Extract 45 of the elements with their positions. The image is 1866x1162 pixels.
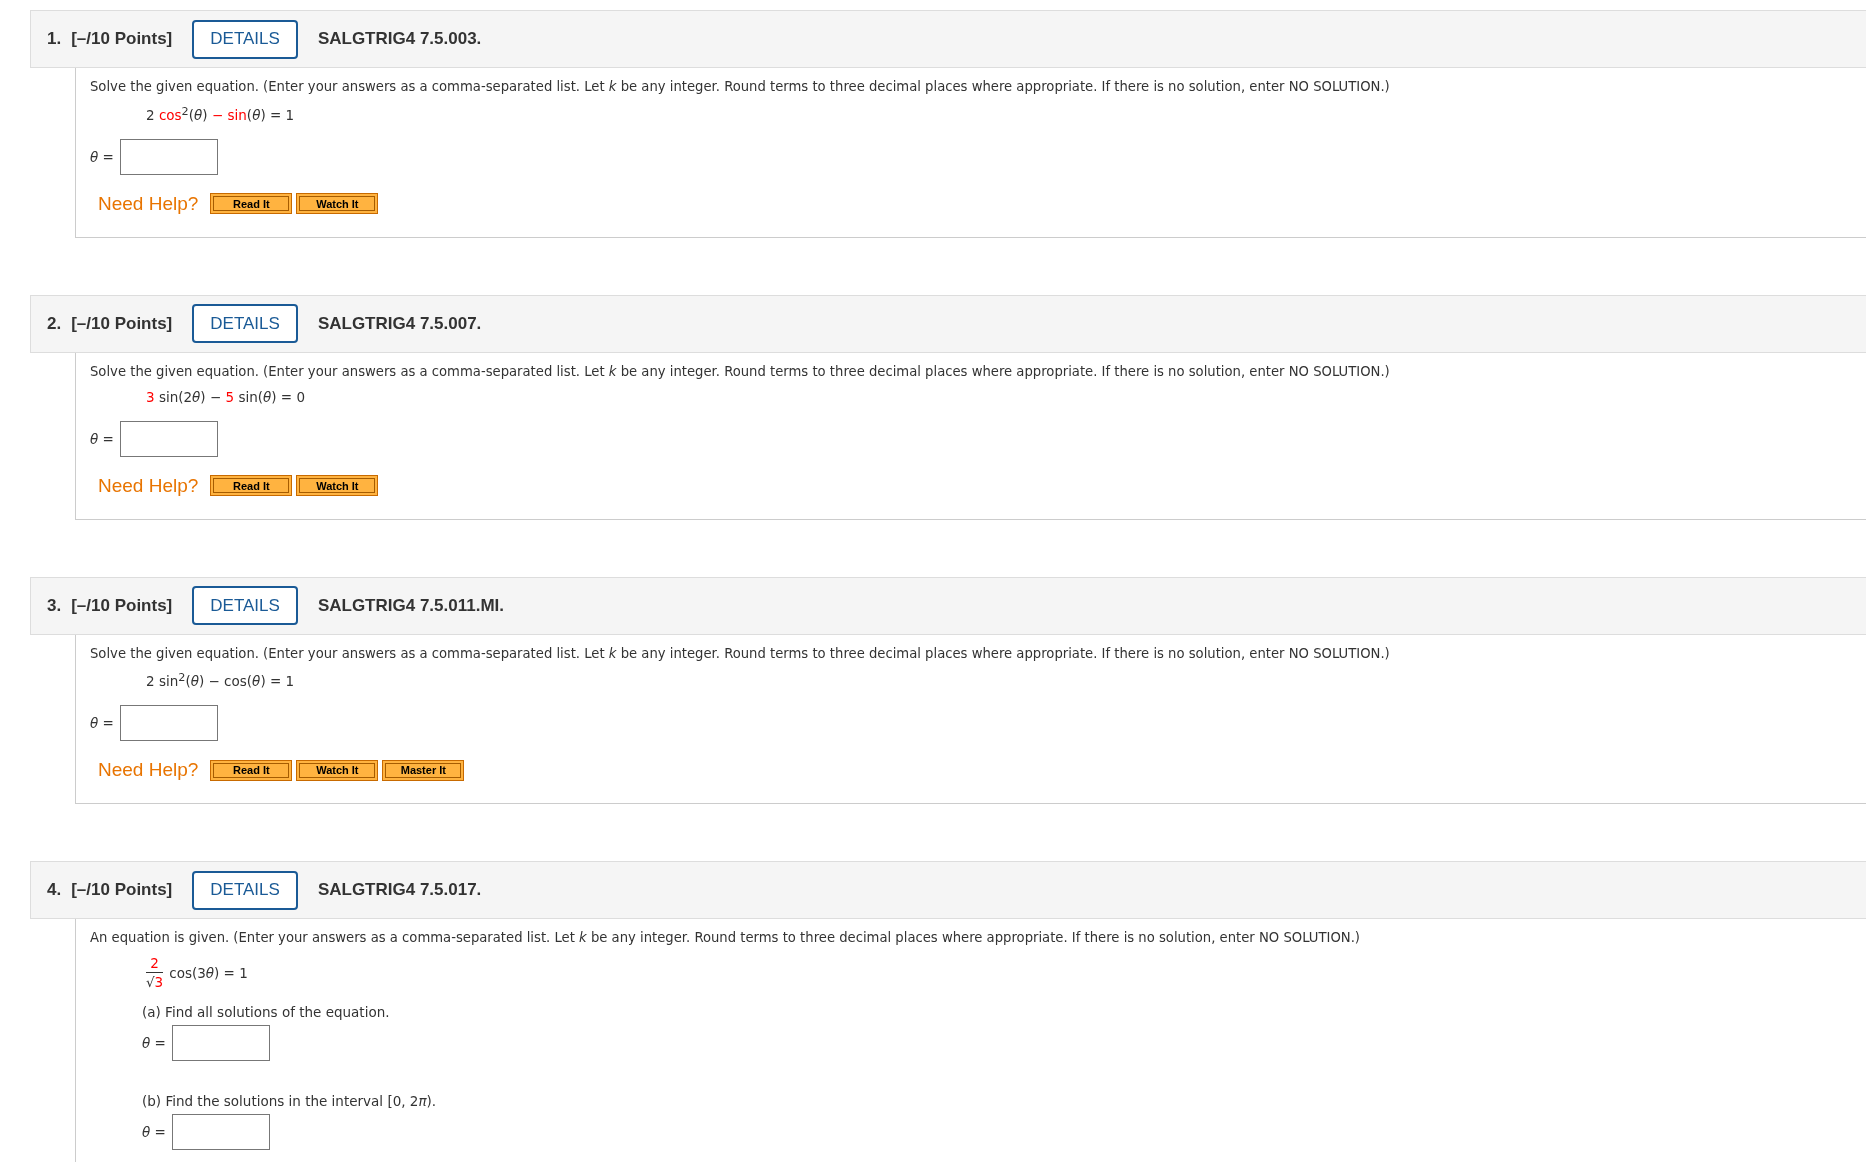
points-label: [–/10 Points] <box>71 595 173 616</box>
help-button[interactable]: Watch It <box>296 193 379 214</box>
details-button[interactable]: DETAILS <box>192 586 298 625</box>
help-button[interactable]: Read It <box>210 475 293 496</box>
answer-label: θ = <box>90 430 114 447</box>
answer-label: θ = <box>142 1124 166 1140</box>
answer-field[interactable] <box>171 1114 270 1150</box>
equation: 2 cos$^{2}$(θ) − sin(θ) = 1 <box>146 106 295 123</box>
question-number: 4. <box>47 880 62 900</box>
help-label: Need Help? <box>98 759 199 781</box>
help-button[interactable]: Read It <box>210 759 293 781</box>
question-number: 1. <box>47 29 62 49</box>
equation: 3 sin(2θ) − 5 sin(θ) = 0 <box>146 388 306 405</box>
problem-code: SALGTRIG4 7.5.003. <box>317 29 482 49</box>
part-prompt: (a) Find all solutions of the equation. <box>142 1004 391 1020</box>
part-prompt: (b) Find the solutions in the interval [0, 2π). <box>142 1093 438 1109</box>
help-label: Need Help? <box>98 474 199 497</box>
help-button[interactable]: Watch It <box>296 759 379 781</box>
answer-field[interactable] <box>119 420 218 457</box>
prompt-text: Solve the given equation. (Enter your answers as a comma-separated list. Let k be any integer. Round terms to three decimal places where appropriate. If there is no solution, enter NO SOLUTION.) <box>90 79 1391 94</box>
details-button[interactable]: DETAILS <box>192 19 298 59</box>
details-button[interactable]: DETAILS <box>192 304 298 343</box>
answer-label: θ = <box>90 148 114 165</box>
question-number: 2. <box>47 313 62 334</box>
prompt-text: Solve the given equation. (Enter your answers as a comma-separated list. Let k be any integer. Round terms to three decimal places where appropriate. If there is no solution, enter NO SOLUTION.) <box>90 363 1391 379</box>
problem-code: SALGTRIG4 7.5.017. <box>317 880 482 900</box>
help-label: Need Help? <box>98 192 199 215</box>
question-number: 3. <box>47 595 62 616</box>
points-label: [–/10 Points] <box>71 880 173 900</box>
prompt-text: An equation is given. (Enter your answers as a comma-separated list. Let k be any integer. Round terms to three decimal places where appropriate. If there is no solution, enter NO SOLUTION.) <box>90 930 1361 945</box>
answer-field[interactable] <box>119 705 218 741</box>
answer-label: θ = <box>90 715 114 731</box>
problem-code: SALGTRIG4 7.5.007. <box>317 313 482 334</box>
prompt-text: Solve the given equation. (Enter your answers as a comma-separated list. Let k be any integer. Round terms to three decimal places where appropriate. If there is no solution, enter NO SOLUTION.) <box>90 645 1391 661</box>
points-label: [–/10 Points] <box>71 29 173 49</box>
help-button[interactable]: Watch It <box>296 475 379 496</box>
answer-field[interactable] <box>119 138 218 175</box>
help-button[interactable]: Master It <box>382 759 465 781</box>
problem-code: SALGTRIG4 7.5.011.MI. <box>317 595 504 616</box>
help-button[interactable]: Read It <box>210 193 293 214</box>
equation: 2 sin$^{2}$(θ) − cos(θ) = 1 <box>146 673 295 689</box>
answer-field[interactable] <box>171 1025 270 1061</box>
points-label: [–/10 Points] <box>71 313 173 334</box>
answer-label: θ = <box>142 1035 166 1051</box>
details-button[interactable]: DETAILS <box>192 870 298 910</box>
